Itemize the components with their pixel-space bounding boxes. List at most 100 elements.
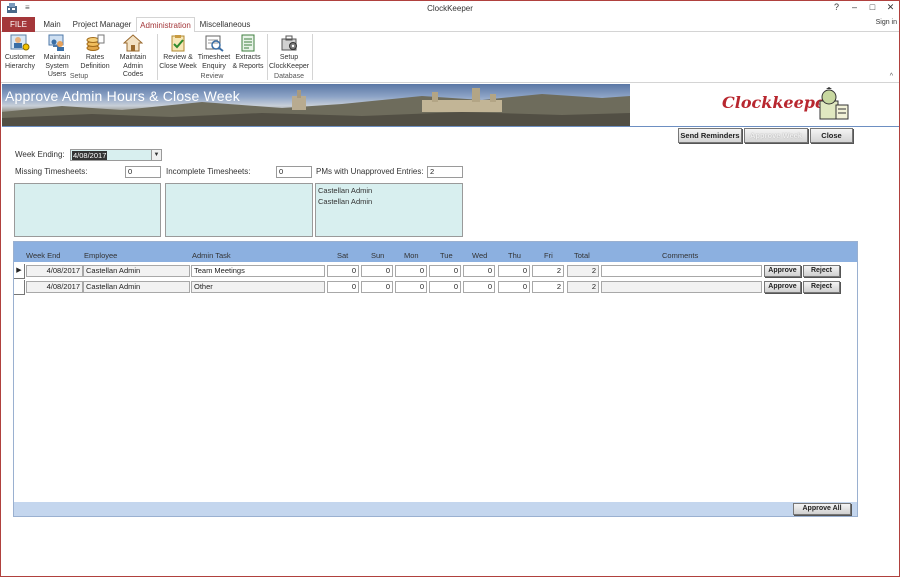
- app-window: ≡ ClockKeeper ? – □ ✕ FILE Main Project …: [0, 0, 900, 577]
- timesheet-enquiry-icon: [205, 35, 224, 52]
- cell-wed[interactable]: 0: [463, 281, 495, 293]
- row-selector[interactable]: [14, 280, 25, 295]
- page-title: Approve Admin Hours & Close Week: [5, 88, 240, 104]
- grid-footer: Approve All: [14, 502, 857, 516]
- column-header-employee: Employee: [84, 251, 118, 260]
- column-header-admin-task: Admin Task: [192, 251, 231, 260]
- customer-hierarchy-icon: [10, 34, 30, 51]
- missing-timesheets-label: Missing Timesheets:: [15, 167, 88, 176]
- cell-sun[interactable]: 0: [361, 265, 393, 277]
- reject-row-button[interactable]: Reject: [803, 265, 840, 277]
- pms-unapproved-list[interactable]: Castellan Admin Castellan Admin: [315, 183, 463, 237]
- tab-project-manager[interactable]: Project Manager: [71, 17, 133, 32]
- tab-main[interactable]: Main: [39, 17, 65, 32]
- maximize-icon[interactable]: □: [868, 2, 877, 13]
- list-item[interactable]: Castellan Admin: [318, 197, 460, 208]
- column-header-sat: Sat: [337, 251, 349, 260]
- approve-all-button[interactable]: Approve All: [793, 503, 851, 515]
- send-reminders-button[interactable]: Send Reminders: [678, 128, 742, 143]
- missing-timesheets-list[interactable]: [14, 183, 161, 237]
- review-close-icon: [171, 35, 185, 52]
- chevron-down-icon[interactable]: ▼: [151, 150, 161, 160]
- banner-image: Approve Admin Hours & Close Week: [2, 84, 630, 126]
- window-title: ClockKeeper: [427, 4, 473, 13]
- cell-tue[interactable]: 0: [429, 265, 461, 277]
- list-item[interactable]: Castellan Admin: [318, 186, 460, 197]
- missing-timesheets-count: 0: [125, 166, 161, 178]
- incomplete-timesheets-list[interactable]: [165, 183, 313, 237]
- group-label-setup: Setup: [69, 73, 89, 80]
- cell-sat[interactable]: 0: [327, 281, 359, 293]
- incomplete-timesheets-count: 0: [276, 166, 312, 178]
- cell-wed[interactable]: 0: [463, 265, 495, 277]
- row-selector[interactable]: ▶: [14, 264, 25, 279]
- cell-thu[interactable]: 0: [498, 281, 530, 293]
- clockkeeper-mascot-icon: [819, 87, 849, 120]
- header-divider: [2, 126, 899, 127]
- customer-hierarchy-button[interactable]: Customer Hierarchy: [4, 34, 36, 71]
- cell-admin-task[interactable]: Team Meetings: [191, 265, 325, 277]
- cell-fri[interactable]: 2: [532, 265, 564, 277]
- setup-icon: [281, 35, 297, 51]
- collapse-ribbon-icon[interactable]: ^: [890, 73, 893, 80]
- cell-thu[interactable]: 0: [498, 265, 530, 277]
- cell-week-end: 4/08/2017: [26, 265, 83, 277]
- cell-mon[interactable]: 0: [395, 281, 427, 293]
- ribbon: Customer Hierarchy Maintain System Users…: [1, 32, 899, 83]
- cell-mon[interactable]: 0: [395, 265, 427, 277]
- approve-row-button[interactable]: Approve: [764, 265, 801, 277]
- group-separator: [312, 34, 313, 80]
- help-icon[interactable]: ?: [832, 2, 841, 13]
- cell-fri[interactable]: 2: [532, 281, 564, 293]
- close-window-icon[interactable]: ✕: [886, 2, 895, 13]
- minimize-icon[interactable]: –: [850, 2, 859, 13]
- review-close-week-button[interactable]: Review & Close Week: [159, 34, 197, 71]
- tab-administration[interactable]: Administration: [136, 17, 195, 33]
- cell-week-end: 4/08/2017: [26, 281, 83, 293]
- cell-tue[interactable]: 0: [429, 281, 461, 293]
- window-controls: ? – □ ✕: [832, 2, 895, 13]
- setup-clockkeeper-button[interactable]: Setup ClockKeeper: [269, 34, 309, 71]
- column-header-wed: Wed: [472, 251, 488, 260]
- cell-employee: Castellan Admin: [83, 265, 190, 277]
- table-row[interactable]: ▶ 4/08/2017 Castellan Admin Team Meeting…: [14, 263, 857, 279]
- rates-definition-button[interactable]: Rates Definition: [79, 34, 111, 71]
- week-ending-value: 4/08/2017: [72, 151, 108, 160]
- group-label-database: Database: [274, 73, 304, 80]
- cell-comments[interactable]: [601, 281, 762, 293]
- admin-codes-icon: [123, 34, 143, 52]
- table-row[interactable]: 4/08/2017 Castellan Admin Other 0 0 0 0 …: [14, 279, 857, 295]
- tab-file[interactable]: FILE: [2, 17, 35, 32]
- cell-sat[interactable]: 0: [327, 265, 359, 277]
- rates-icon: [86, 34, 105, 51]
- group-separator: [267, 34, 268, 80]
- week-ending-label: Week Ending:: [15, 150, 65, 159]
- pms-unapproved-count: 2: [427, 166, 463, 178]
- extracts-reports-button[interactable]: Extracts & Reports: [231, 34, 265, 71]
- reject-row-button[interactable]: Reject: [803, 281, 840, 293]
- tab-miscellaneous[interactable]: Miscellaneous: [199, 17, 251, 32]
- cell-comments[interactable]: [601, 265, 762, 277]
- week-ending-combo[interactable]: 4/08/2017 ▼: [70, 149, 162, 161]
- extracts-reports-icon: [241, 34, 255, 52]
- title-bar: ≡ ClockKeeper ? – □ ✕: [1, 1, 899, 17]
- cell-admin-task[interactable]: Other: [191, 281, 325, 293]
- column-header-sun: Sun: [371, 251, 385, 260]
- group-label-review: Review: [200, 73, 224, 80]
- cell-sun[interactable]: 0: [361, 281, 393, 293]
- pms-unapproved-label: PMs with Unapproved Entries:: [316, 167, 424, 176]
- cell-employee: Castellan Admin: [83, 281, 190, 293]
- approve-row-button[interactable]: Approve: [764, 281, 801, 293]
- close-button[interactable]: Close: [810, 128, 853, 143]
- column-header-mon: Mon: [404, 251, 419, 260]
- sign-in-link[interactable]: Sign in: [876, 19, 897, 26]
- timesheet-enquiry-button[interactable]: Timesheet Enquiry: [197, 34, 231, 71]
- column-header-tue: Tue: [440, 251, 453, 260]
- column-header-thu: Thu: [508, 251, 521, 260]
- grid-header: Week End Employee Admin Task Sat Sun Mon…: [14, 242, 857, 262]
- column-header-fri: Fri: [544, 251, 553, 260]
- system-users-icon: [48, 34, 64, 51]
- group-separator: [157, 34, 158, 80]
- admin-hours-grid: Week End Employee Admin Task Sat Sun Mon…: [13, 241, 858, 517]
- column-header-week-end: Week End: [26, 251, 61, 260]
